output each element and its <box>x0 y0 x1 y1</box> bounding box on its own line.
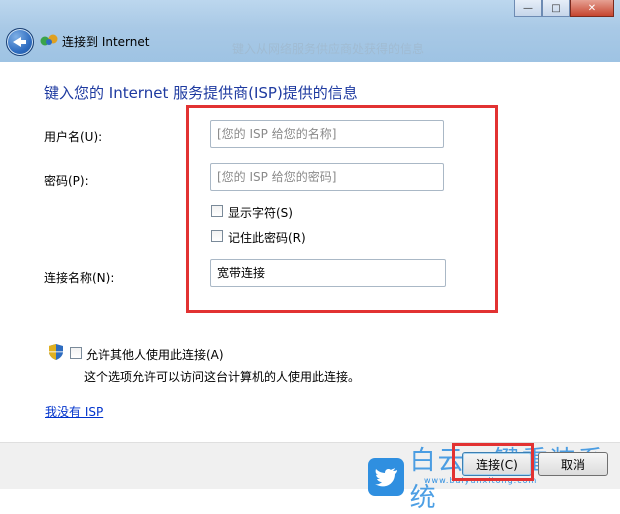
password-label: 密码(P): <box>44 174 89 188</box>
network-icon <box>40 34 58 46</box>
close-button[interactable]: ✕ <box>570 0 614 17</box>
red-highlight-box <box>186 105 498 313</box>
caption-buttons: — □ ✕ <box>514 0 614 18</box>
maximize-button[interactable]: □ <box>542 0 570 17</box>
uac-shield-icon <box>49 344 63 360</box>
username-label: 用户名(U): <box>44 130 103 144</box>
connection-name-label: 连接名称(N): <box>44 271 115 285</box>
cancel-button[interactable]: 取消 <box>538 452 608 476</box>
allow-others-label: 允许其他人使用此连接(A) <box>86 348 224 362</box>
watermark-bird-icon <box>368 458 404 496</box>
ghost-title-text: 键入从网络服务供应商处获得的信息 <box>232 42 425 56</box>
window-titlebar: 键入从网络服务供应商处获得的信息 连接到 Internet — □ ✕ <box>0 0 620 62</box>
back-button[interactable] <box>6 28 34 56</box>
dialog-content: 键入您的 Internet 服务提供商(ISP)提供的信息 用户名(U): [您… <box>6 62 614 442</box>
red-highlight-connect <box>452 443 534 481</box>
no-isp-link[interactable]: 我没有 ISP <box>45 403 103 420</box>
page-heading: 键入您的 Internet 服务提供商(ISP)提供的信息 <box>44 84 358 102</box>
allow-others-checkbox[interactable] <box>70 347 82 359</box>
allow-others-description: 这个选项允许可以访问这台计算机的人使用此连接。 <box>84 370 361 384</box>
window-title: 连接到 Internet <box>62 35 150 49</box>
minimize-button[interactable]: — <box>514 0 542 17</box>
